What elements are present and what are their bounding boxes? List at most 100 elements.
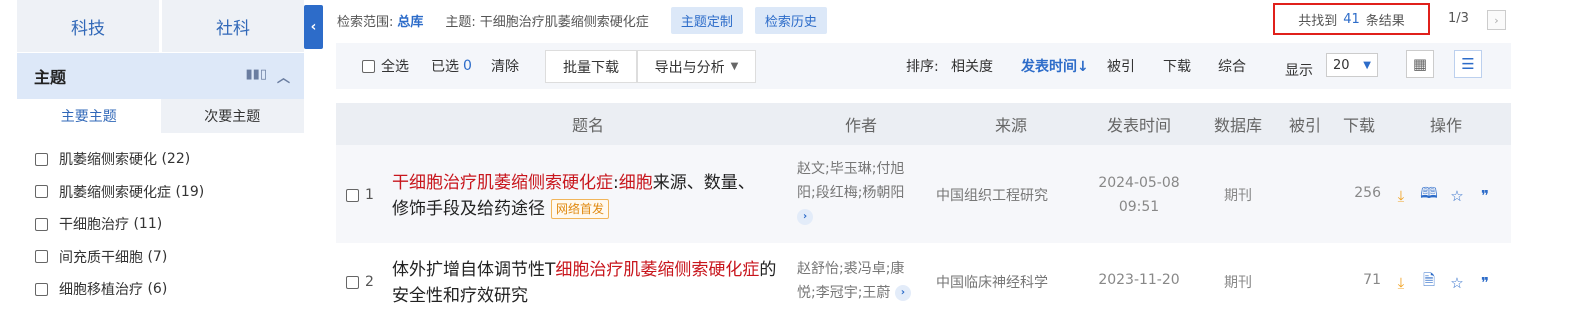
sort-comprehensive[interactable]: 综合 bbox=[1218, 43, 1246, 89]
row-operations: ⤓ 🗎 ☆ ❞ bbox=[1391, 270, 1495, 295]
download-icon[interactable]: ⤓ bbox=[1391, 187, 1411, 205]
col-title: 题名 bbox=[571, 116, 604, 135]
article-date: 2024-05-08 09:51 bbox=[1094, 171, 1184, 219]
batch-download-button[interactable]: 批量下载 bbox=[545, 50, 637, 83]
article-source[interactable]: 中国组织工程研究 bbox=[936, 185, 1048, 205]
more-authors-icon[interactable]: › bbox=[797, 209, 813, 225]
select-all-checkbox[interactable] bbox=[362, 59, 375, 73]
collapse-sidebar-button[interactable]: ‹ bbox=[304, 5, 323, 49]
col-source: 来源 bbox=[994, 116, 1027, 135]
article-title[interactable]: 体外扩增自体调节性T细胞治疗肌萎缩侧索硬化症的安全性和疗效研究 bbox=[392, 257, 792, 309]
checkbox[interactable] bbox=[35, 185, 48, 199]
checkbox[interactable] bbox=[35, 250, 48, 264]
clear-button[interactable]: 清除 bbox=[491, 43, 519, 89]
article-source[interactable]: 中国临床神经科学 bbox=[936, 272, 1048, 292]
scope-value[interactable]: 总库 bbox=[397, 11, 423, 30]
chart-icon[interactable]: ▮▮▯ bbox=[246, 67, 267, 86]
chevron-left-icon: ‹ bbox=[310, 19, 317, 35]
facet-item[interactable]: 肌萎缩侧索硬化 (22) bbox=[17, 143, 304, 176]
download-icon[interactable]: ⤓ bbox=[1391, 274, 1411, 292]
next-page-button[interactable]: › bbox=[1487, 10, 1506, 30]
page-size-value: 20 bbox=[1333, 57, 1350, 73]
selected-label: 已选 bbox=[431, 59, 459, 75]
article-database: 期刊 bbox=[1224, 188, 1252, 204]
selected-number: 0 bbox=[463, 58, 472, 74]
quote-icon[interactable]: ❞ bbox=[1475, 274, 1495, 292]
tab-secondary-topic[interactable]: 次要主题 bbox=[160, 99, 304, 133]
facet-list: 肌萎缩侧索硬化 (22) 肌萎缩侧索硬化症 (19) 干细胞治疗 (11) 间充… bbox=[17, 143, 304, 306]
facet-item-count: (11) bbox=[133, 216, 163, 233]
facet-item[interactable]: 肌萎缩侧索硬化症 (19) bbox=[17, 176, 304, 209]
result-number: 41 bbox=[1343, 11, 1360, 27]
col-date: 发表时间 bbox=[1106, 116, 1171, 135]
facet-item-label: 细胞移植治疗 bbox=[59, 282, 143, 299]
facet-sub-tabs: 主要主题 次要主题 bbox=[17, 99, 304, 133]
topic-custom-button[interactable]: 主题定制 bbox=[670, 6, 743, 34]
facet-header[interactable]: 主题 ▮▮▯ ︿ bbox=[17, 53, 304, 99]
chevron-up-icon[interactable]: ︿ bbox=[277, 67, 290, 86]
export-analysis-button[interactable]: 导出与分析 ▼ bbox=[637, 50, 756, 83]
sort-cited[interactable]: 被引 bbox=[1107, 43, 1135, 89]
read-book-icon[interactable]: 🕮 bbox=[1419, 183, 1439, 208]
article-downloads: 71 bbox=[1363, 272, 1381, 288]
facet-item[interactable]: 干细胞治疗 (11) bbox=[17, 208, 304, 241]
chevron-right-icon: › bbox=[1494, 13, 1499, 27]
sort-download[interactable]: 下载 bbox=[1163, 43, 1191, 89]
select-all[interactable]: 全选 bbox=[362, 43, 409, 89]
quote-icon[interactable]: ❞ bbox=[1475, 187, 1495, 205]
article-authors[interactable]: 赵文;毕玉琳;付旭阳;段红梅;杨朝阳 › bbox=[797, 157, 915, 229]
col-database: 数据库 bbox=[1213, 116, 1262, 135]
row-index: 2 bbox=[346, 274, 374, 290]
facet-item[interactable]: 细胞移植治疗 (6) bbox=[17, 273, 304, 306]
row-checkbox[interactable] bbox=[346, 275, 359, 289]
favorite-star-icon[interactable]: ☆ bbox=[1447, 274, 1467, 292]
search-history-button[interactable]: 检索历史 bbox=[754, 6, 827, 34]
tab-social-science[interactable]: 社科 bbox=[162, 0, 304, 52]
row-checkbox[interactable] bbox=[346, 188, 359, 202]
facet-item-count: (7) bbox=[147, 248, 168, 265]
caret-down-icon: ▼ bbox=[730, 61, 739, 72]
table-row: 1 干细胞治疗肌萎缩侧索硬化症:细胞来源、数量、修饰手段及给药途径 网络首发 赵文… bbox=[336, 145, 1511, 243]
result-prefix: 共找到 bbox=[1298, 13, 1338, 29]
html-read-icon[interactable]: 🗎 bbox=[1419, 270, 1439, 295]
facet-item-count: (19) bbox=[175, 183, 205, 200]
article-database: 期刊 bbox=[1224, 275, 1252, 291]
caret-down-icon: ▼ bbox=[1363, 59, 1371, 71]
favorite-star-icon[interactable]: ☆ bbox=[1447, 187, 1467, 205]
checkbox[interactable] bbox=[35, 217, 48, 231]
article-title[interactable]: 干细胞治疗肌萎缩侧索硬化症:细胞来源、数量、修饰手段及给药途径 网络首发 bbox=[392, 170, 764, 222]
authors-text: 赵舒怡;裘冯卓;康悦;李冠宇;王蔚 bbox=[797, 261, 905, 301]
table-row: 2 体外扩增自体调节性T细胞治疗肌萎缩侧索硬化症的安全性和疗效研究 赵舒怡;裘冯… bbox=[336, 243, 1511, 316]
more-authors-icon[interactable]: › bbox=[894, 285, 911, 301]
online-first-badge: 网络首发 bbox=[551, 199, 610, 219]
scope-label: 检索范围: bbox=[337, 14, 394, 30]
sort-publish-date[interactable]: 发表时间↓ bbox=[1021, 43, 1089, 89]
row-operations: ⤓ 🕮 ☆ ❞ bbox=[1391, 183, 1495, 208]
sort-relevance[interactable]: 相关度 bbox=[951, 43, 993, 89]
article-authors[interactable]: 赵舒怡;裘冯卓;康悦;李冠宇;王蔚 › bbox=[797, 257, 915, 305]
tab-primary-topic[interactable]: 主要主题 bbox=[17, 99, 161, 133]
results-toolbar: 全选 已选 0 清除 批量下载 导出与分析 ▼ 排序: 相关度 发表时间↓ 被引… bbox=[336, 43, 1511, 89]
title-text: 体外扩增自体调节性T bbox=[392, 260, 556, 280]
facet-item[interactable]: 间充质干细胞 (7) bbox=[17, 241, 304, 274]
list-view-button[interactable]: ☰ bbox=[1454, 50, 1482, 78]
col-download: 下载 bbox=[1342, 116, 1375, 135]
grid-icon: ▦ bbox=[1412, 55, 1428, 73]
sort-label: 排序: bbox=[906, 59, 939, 75]
page-size-select[interactable]: 20 ▼ bbox=[1326, 53, 1378, 77]
col-cited: 被引 bbox=[1288, 116, 1321, 135]
grid-view-button[interactable]: ▦ bbox=[1406, 50, 1434, 78]
tab-science[interactable]: 科技 bbox=[17, 0, 159, 52]
result-suffix: 条结果 bbox=[1365, 13, 1405, 29]
col-operations: 操作 bbox=[1429, 116, 1462, 135]
checkbox[interactable] bbox=[35, 152, 48, 166]
select-all-label: 全选 bbox=[381, 59, 409, 75]
facet-item-label: 干细胞治疗 bbox=[59, 217, 129, 234]
topic-label: 主题: bbox=[445, 14, 476, 30]
category-tabs: 科技 社科 bbox=[17, 0, 304, 52]
checkbox[interactable] bbox=[35, 282, 48, 296]
title-highlight: 细胞 bbox=[618, 173, 653, 193]
article-date: 2023-11-20 bbox=[1098, 272, 1180, 288]
col-author: 作者 bbox=[844, 116, 877, 135]
row-number: 2 bbox=[365, 274, 374, 290]
